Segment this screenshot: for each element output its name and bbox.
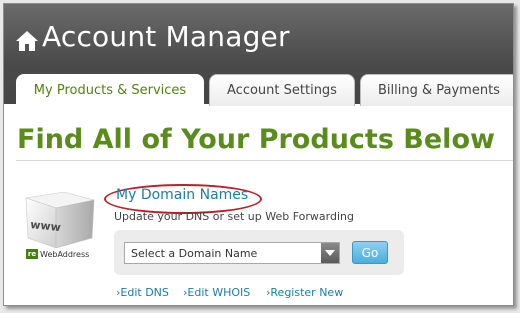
tab-my-products-services[interactable]: My Products & Services (16, 74, 204, 106)
webaddress-logo: re WebAddress (26, 248, 89, 260)
my-domain-names-link[interactable]: My Domain Names (116, 187, 248, 203)
register-new-link[interactable]: ›Register New (266, 286, 343, 299)
app-title: Account Manager (42, 20, 290, 53)
tab-label: Billing & Payments (378, 83, 500, 98)
home-icon[interactable] (15, 30, 39, 52)
domain-select-value: Select a Domain Name (131, 246, 258, 260)
divider (16, 160, 513, 161)
link-label: Register New (270, 286, 344, 299)
webaddress-mark: re (26, 249, 38, 259)
chevron-down-icon[interactable] (321, 243, 339, 263)
account-manager-window: Account Manager My Products & Services A… (3, 3, 514, 306)
tab-billing-payments[interactable]: Billing & Payments (360, 74, 513, 106)
tab-label: Account Settings (227, 83, 337, 98)
header-bar: Account Manager My Products & Services A… (4, 4, 513, 106)
go-button[interactable]: Go (352, 241, 388, 264)
domain-subtext: Update your DNS or set up Web Forwarding (114, 210, 354, 223)
link-label: Edit DNS (120, 286, 169, 299)
edit-dns-link[interactable]: ›Edit DNS (116, 286, 169, 299)
page-title: Find All of Your Products Below (17, 124, 495, 155)
tab-account-settings[interactable]: Account Settings (209, 74, 355, 106)
domain-select[interactable]: Select a Domain Name (124, 242, 340, 264)
edit-whois-link[interactable]: ›Edit WHOIS (183, 286, 250, 299)
link-label: Edit WHOIS (187, 286, 251, 299)
tab-label: My Products & Services (33, 82, 187, 98)
webaddress-brand: WebAddress (40, 249, 90, 259)
